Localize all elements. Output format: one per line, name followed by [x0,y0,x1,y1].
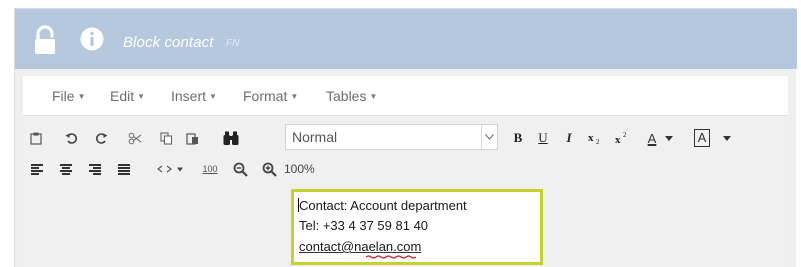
copy-button[interactable] [155,127,177,149]
chevron-down-icon [481,125,497,149]
svg-text:x: x [615,134,621,144]
toolbar-row-1: Normal B U I x2 x2 A A [23,123,788,153]
zoom-reset-button[interactable]: 100 [199,158,221,180]
block-format-select[interactable]: Normal [285,124,498,150]
contact-line: Contact: Account department [299,198,467,213]
superscript-button[interactable]: x2 [611,127,633,149]
zoom-in-button[interactable] [258,158,280,180]
text-color-button[interactable]: A [641,127,663,149]
find-replace-button[interactable] [220,127,242,149]
toolbar-row-2: 100 100% [23,154,788,184]
menu-file[interactable]: File ▼ [52,88,85,104]
info-icon[interactable] [80,27,104,51]
chevron-down-icon: ▼ [290,92,299,101]
chevron-down-icon: ▼ [209,92,217,101]
background-color-button[interactable]: A [691,127,713,149]
chevron-down-icon: ▼ [77,92,86,101]
caret-down-icon [723,135,731,141]
paste-text-button[interactable] [181,127,203,149]
block-panel: Block contact FN File ▼ Edit ▼ Insert ▼ For… [14,8,797,267]
block-format-value: Normal [292,129,338,145]
svg-text:2: 2 [596,138,600,144]
undo-icon [65,132,77,144]
align-center-icon [60,163,72,175]
subscript-icon: x2 [588,132,600,144]
svg-text:x: x [588,132,594,144]
superscript-icon: x2 [615,132,627,144]
chevron-down-icon: ▼ [137,92,146,101]
background-color-dropdown[interactable] [720,127,734,149]
chevron-down-icon: ▼ [369,92,378,101]
menu-edit-label: Edit [110,88,135,104]
italic-button[interactable]: I [558,127,580,149]
menu-tables[interactable]: Tables ▼ [326,88,377,104]
redo-button[interactable] [90,127,112,149]
zoom-level: 100% [284,162,315,176]
email-link[interactable]: contact@naelan.com [299,239,421,254]
paste-button[interactable] [25,127,47,149]
underline-button[interactable]: U [532,127,554,149]
code-icon [157,165,183,173]
menu-insert-label: Insert [171,88,207,104]
copy-icon [159,131,172,145]
menu-format-label: Format [243,88,288,104]
align-justify-button[interactable] [113,158,135,180]
align-center-button[interactable] [55,158,77,180]
align-right-button[interactable] [84,158,106,180]
align-left-button[interactable] [26,158,48,180]
source-code-button[interactable] [153,158,189,180]
menu-tables-label: Tables [326,88,367,104]
align-justify-icon [118,163,130,175]
zoom-in-icon [262,162,277,177]
rich-text-editor: File▼ Edit▼ Insert▼ Format▼ Tables▼ [23,76,788,267]
menu-insert[interactable]: Insert ▼ [171,88,217,104]
page: Block contact FN File ▼ Edit ▼ Insert ▼ For… [0,0,801,267]
text-color-dropdown[interactable] [662,127,676,149]
menu-format[interactable]: Format ▼ [243,88,298,104]
cut-icon [128,132,142,144]
spellcheck-underline [366,255,416,259]
binoculars-icon [223,131,239,145]
undo-button[interactable] [60,127,82,149]
caret-down-icon [665,135,673,141]
paste-icon [30,132,42,145]
block-title: Block contact [123,34,214,51]
bold-button[interactable]: B [507,127,529,149]
subscript-button[interactable]: x2 [584,127,606,149]
background-color-label: A [693,129,711,147]
phone-line: Tel: +33 4 37 59 81 40 [299,218,429,233]
panel-titlebar: Block contact FN [15,9,797,69]
cut-button[interactable] [124,127,146,149]
editable-content-area[interactable]: Contact: Account department Tel: +33 4 3… [291,189,543,265]
svg-text:2: 2 [623,132,627,139]
paste-text-icon [185,132,198,145]
menu-file-label: File [52,88,75,104]
redo-icon [95,132,107,144]
lock-icon[interactable] [31,25,59,55]
align-left-icon [31,163,43,175]
editor-menubar: File ▼ Edit ▼ Insert ▼ Format ▼ Tables ▼ [23,76,788,116]
language-badge: FN [226,38,240,49]
align-right-icon [89,163,101,175]
zoom-out-button[interactable] [229,158,251,180]
zoom-out-icon [233,162,248,177]
menu-edit[interactable]: Edit ▼ [110,88,145,104]
